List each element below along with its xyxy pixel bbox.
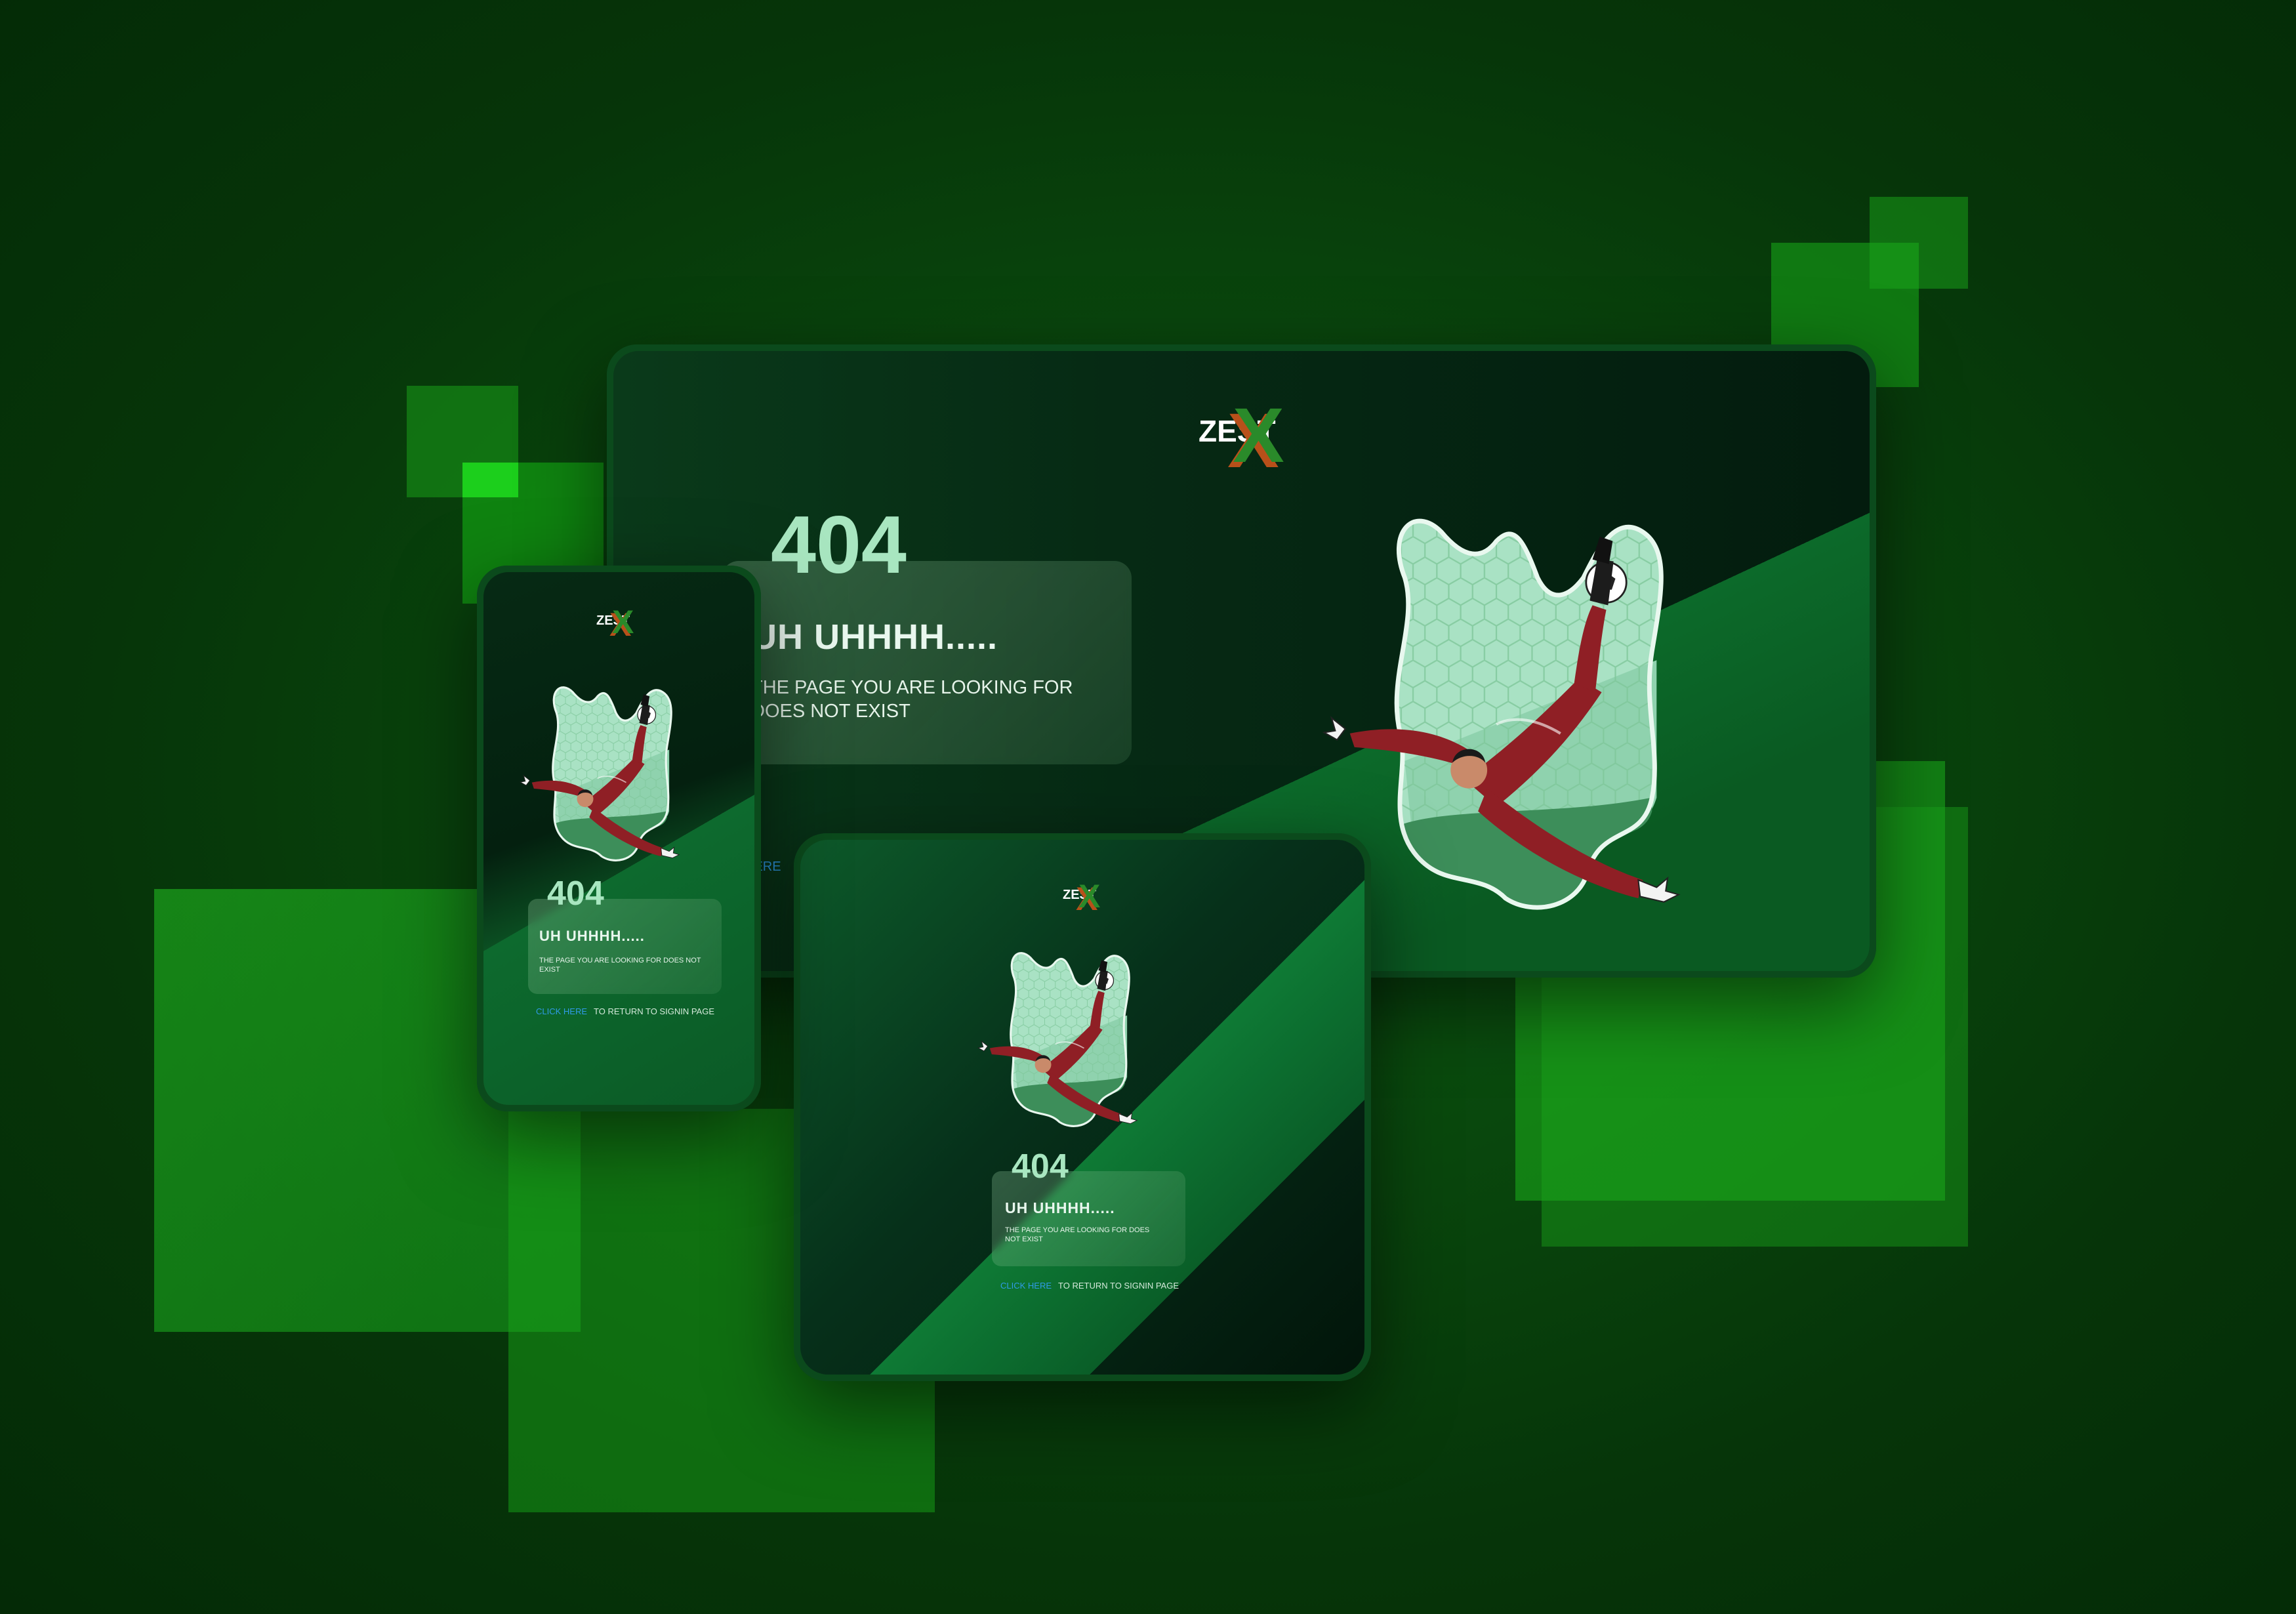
logo-x-mark: X <box>1078 878 1101 915</box>
phone-screen: ZEST X 404 UH UHHHH..... THE PAGE YOU AR… <box>483 572 754 1105</box>
soccer-player-illustration <box>977 952 1138 1127</box>
tablet-link-row: CLICK HERE TO RETURN TO SIGNIN PAGE <box>1000 1281 1179 1291</box>
phone-mockup: ZEST X 404 UH UHHHH..... THE PAGE YOU AR… <box>477 566 761 1111</box>
desktop-message: THE PAGE YOU ARE LOOKING FOR DOES NOT EX… <box>751 677 1073 722</box>
tablet-mockup: ZEST X 404 UH UHHHH..... THE PAGE YOU AR… <box>794 833 1371 1381</box>
soccer-player-illustration <box>1322 495 1689 926</box>
tablet-headline: UH UHHHH..... <box>1005 1199 1115 1216</box>
zestx-logo: ZEST X <box>596 602 714 680</box>
bg-square <box>1870 197 1968 289</box>
bg-square <box>462 463 518 497</box>
tablet-signin-link[interactable]: CLICK HERE <box>1000 1281 1052 1291</box>
logo-x-mark: X <box>1233 392 1284 479</box>
zestx-logo: ZEST X <box>1199 387 1317 479</box>
tablet-message: THE PAGE YOU ARE LOOKING FOR DOES NOT EX… <box>1005 1226 1150 1243</box>
phone-headline: UH UHHHH..... <box>539 928 645 944</box>
tablet-link-suffix: TO RETURN TO SIGNIN PAGE <box>1058 1281 1179 1291</box>
phone-signin-link[interactable]: CLICK HERE <box>536 1006 587 1016</box>
logo-x-mark: X <box>612 604 634 640</box>
phone-404-code: 404 <box>547 875 604 913</box>
phone-link-row: CLICK HERE TO RETURN TO SIGNIN PAGE <box>536 1006 714 1016</box>
desktop-headline: UH UHHHH..... <box>751 617 998 657</box>
tablet-404-code: 404 <box>1012 1148 1069 1186</box>
phone-message: THE PAGE YOU ARE LOOKING FOR DOES NOT EX… <box>539 957 701 974</box>
desktop-404-code: 404 <box>771 500 907 590</box>
soccer-player-illustration <box>520 686 680 861</box>
tablet-screen: ZEST X 404 UH UHHHH..... THE PAGE YOU AR… <box>800 840 1364 1375</box>
phone-link-suffix: TO RETURN TO SIGNIN PAGE <box>594 1006 714 1016</box>
